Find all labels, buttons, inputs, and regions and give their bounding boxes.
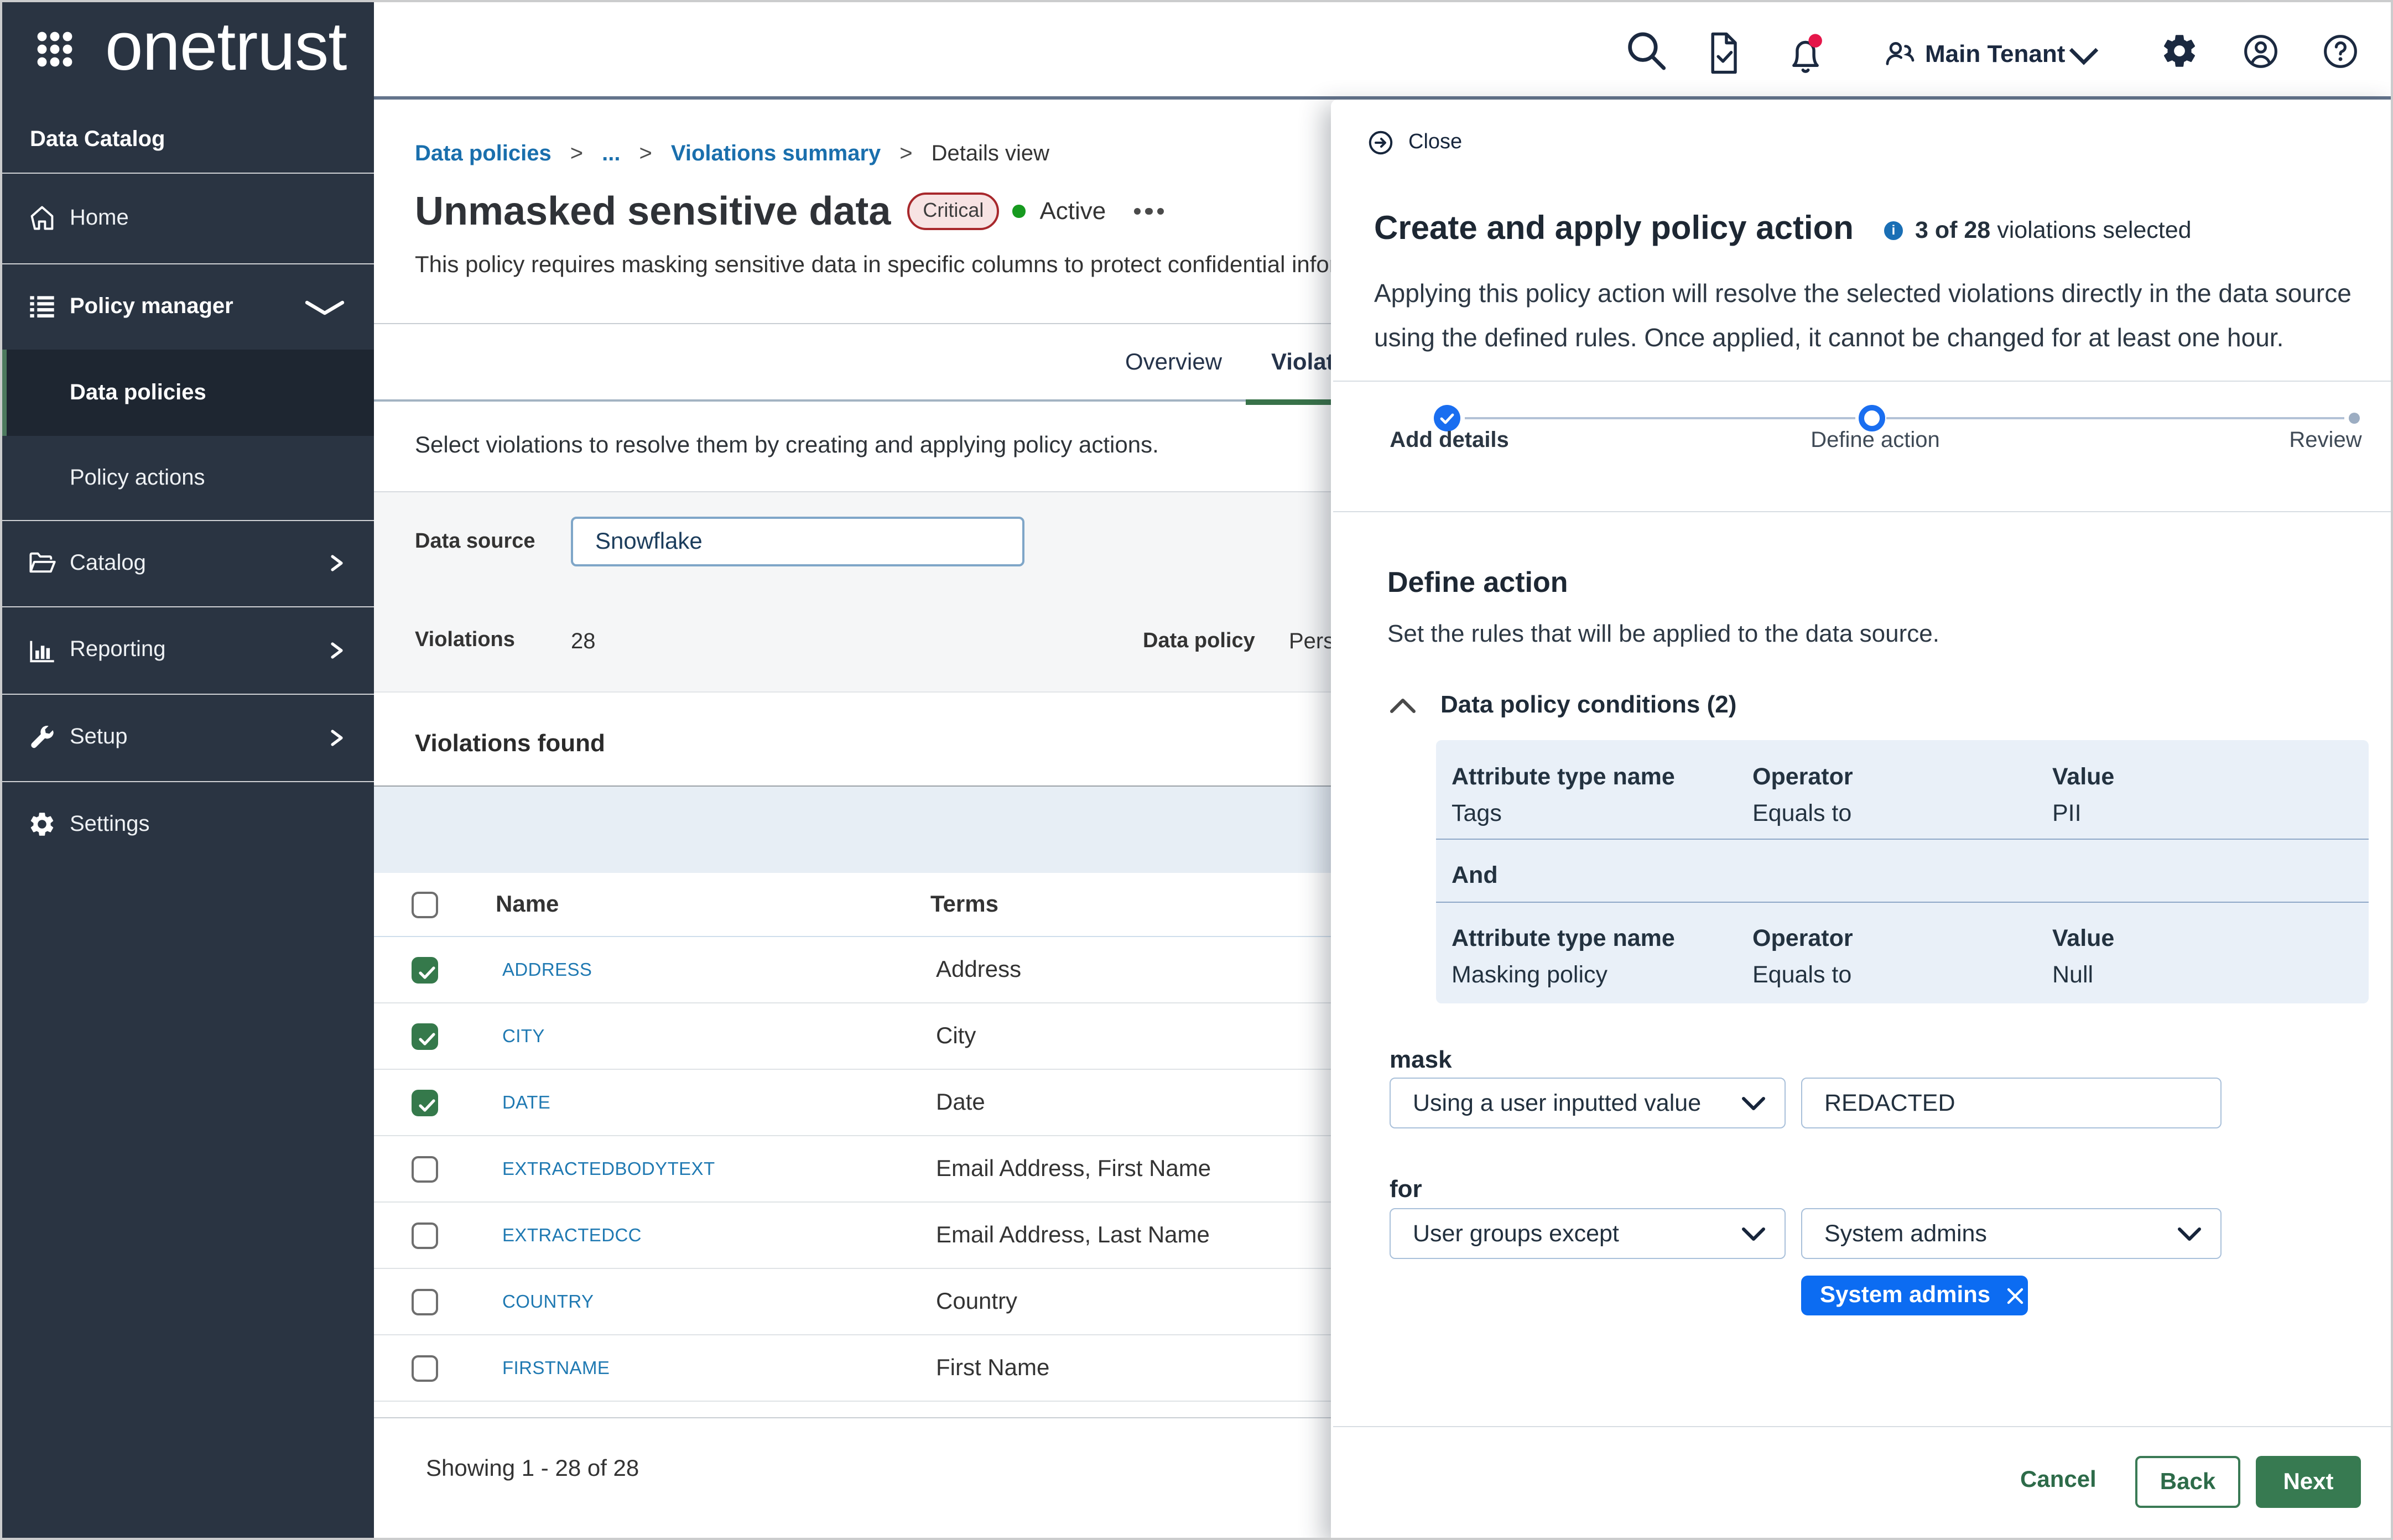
svg-text:onetrust: onetrust [105, 9, 347, 85]
